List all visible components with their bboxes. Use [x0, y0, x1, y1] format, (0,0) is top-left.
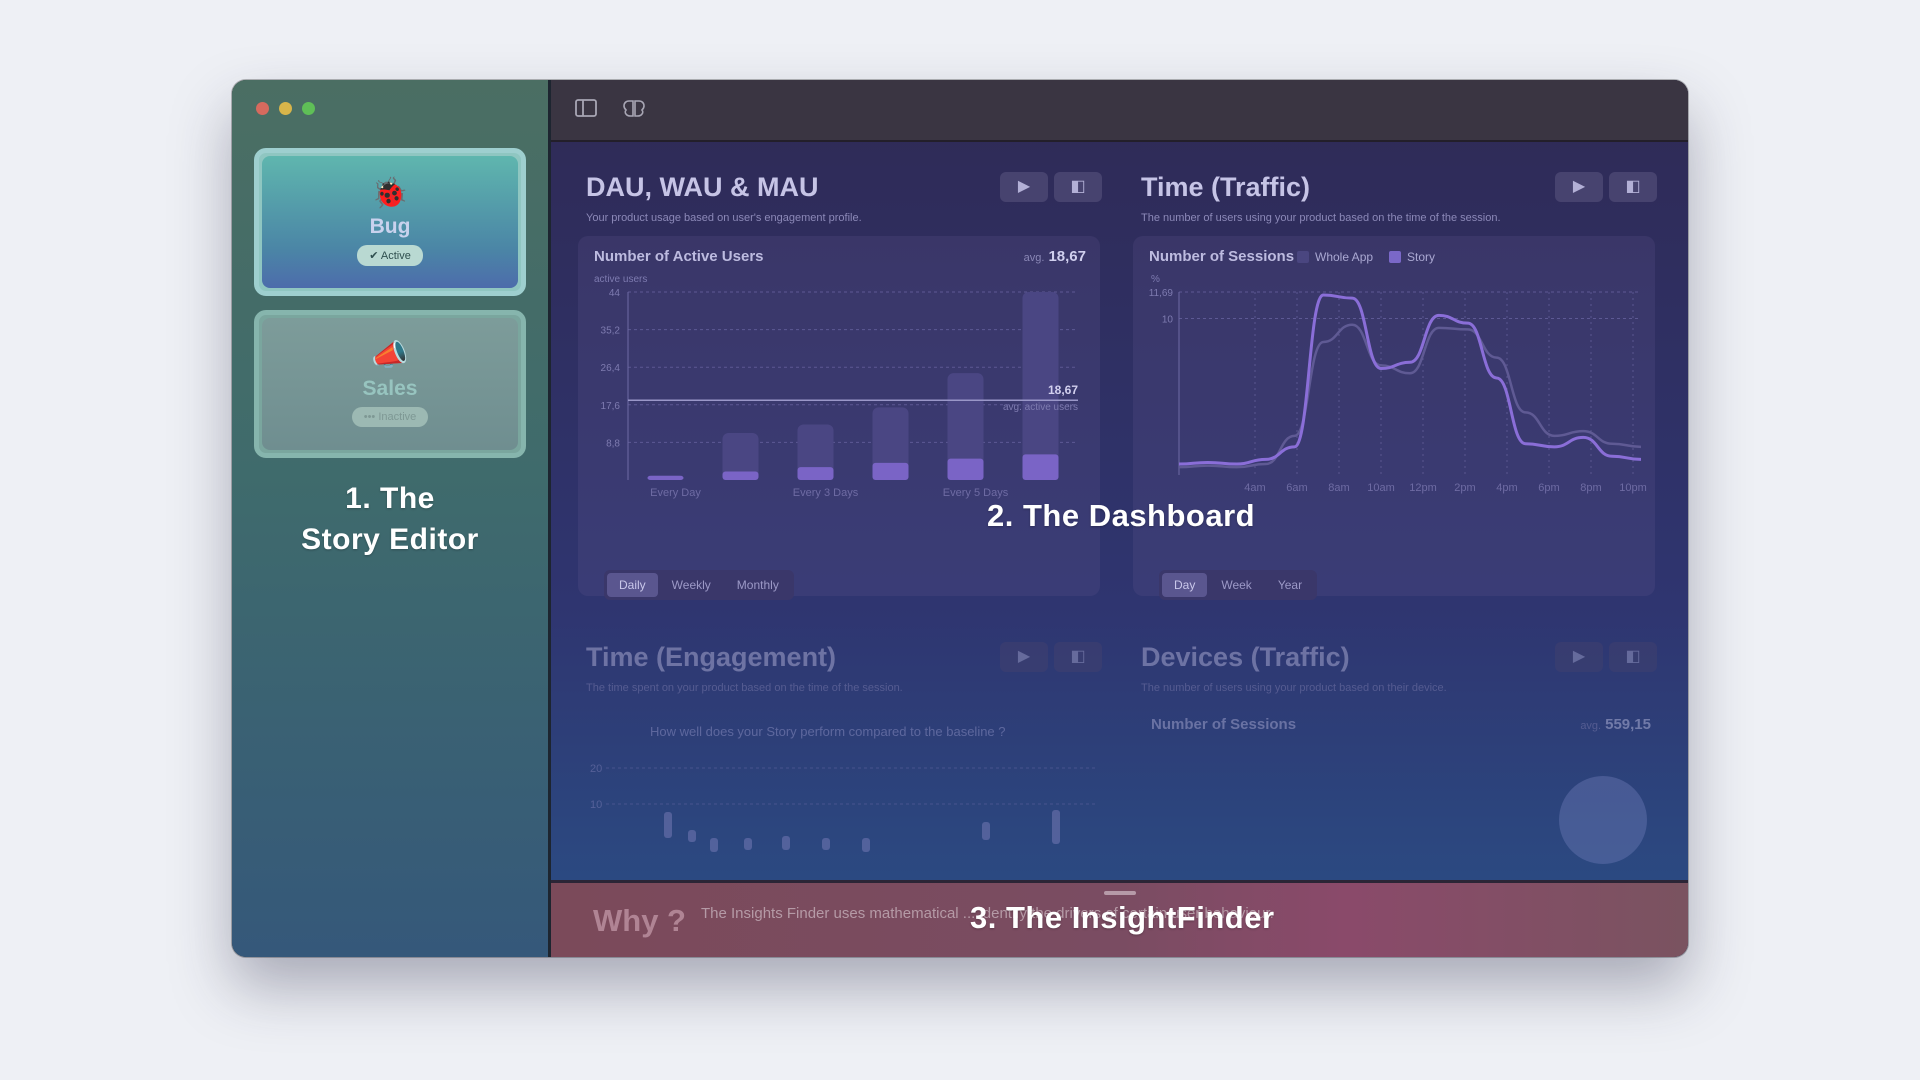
toolbar [551, 80, 1688, 142]
status-badge-active: ✔ Active [357, 244, 423, 266]
x-tick-label: 12pm [1409, 482, 1437, 494]
y-axis-label: active users [594, 274, 647, 285]
bar-story [722, 471, 759, 480]
tab-monthly[interactable]: Monthly [725, 573, 791, 597]
play-button[interactable]: ▶ [1000, 642, 1048, 672]
x-tick-label: 6am [1286, 482, 1307, 494]
x-tick-label: Every 3 Days [793, 487, 859, 499]
x-tick-label: 6pm [1538, 482, 1559, 494]
x-tick-label: 8am [1328, 482, 1349, 494]
story-name: Sales [362, 377, 418, 400]
engagement-chart: 20 10 [590, 763, 1096, 852]
chart-card-active-users: Number of Active Users avg. 18,67 active … [578, 236, 1100, 600]
y-tick-label: 8,8 [606, 438, 620, 449]
y-unit-label: % [1151, 274, 1160, 285]
story-name: Bug [369, 214, 411, 238]
panel-subtitle: Your product usage based on user's engag… [586, 212, 862, 224]
window-controls [256, 102, 315, 115]
y-tick-label: 10 [1162, 314, 1174, 325]
chart-legend: Whole App Story [1297, 250, 1435, 264]
chart-title: Number of Sessions [1151, 716, 1297, 733]
x-tick-label: 10pm [1619, 482, 1647, 494]
panel-subtitle: The time spent on your product based on … [586, 682, 903, 694]
overlay-label-insightfinder: 3. The InsightFinder [970, 900, 1275, 935]
chart-title: Number of Sessions [1149, 248, 1295, 265]
brain-icon[interactable] [621, 96, 647, 122]
minimize-window-button[interactable] [279, 102, 292, 115]
legend-whole-app[interactable]: Whole App [1297, 250, 1373, 264]
chart-card-sessions: Number of Sessions Whole App Story % 11,6… [1133, 236, 1655, 600]
x-tick-label: 2pm [1454, 482, 1475, 494]
y-tick-label: 44 [609, 288, 621, 299]
y-tick-label: 11,69 [1149, 288, 1174, 299]
megaphone-icon: 📣 [371, 339, 409, 372]
period-segmented-control: Day Week Year [1159, 570, 1318, 600]
avg-reference-label: avg. active users [1003, 402, 1078, 413]
ladybug-icon: 🐞 [371, 176, 409, 210]
brain-fab-button[interactable] [1559, 776, 1647, 864]
panel-title: DAU, WAU & MAU [586, 172, 819, 202]
svg-text:20: 20 [590, 763, 602, 775]
split-view-button[interactable]: ◧ [1609, 642, 1657, 672]
bar-story [872, 462, 909, 480]
panel-title: Devices (Traffic) [1141, 642, 1350, 672]
why-heading: Why ? [593, 903, 686, 938]
overlay-label-story-editor: 1. The Story Editor [301, 482, 479, 556]
chart-title: Number of Active Users [594, 248, 764, 265]
story-card-sales[interactable]: 📣 Sales ••• Inactive [254, 310, 526, 458]
close-window-button[interactable] [256, 102, 269, 115]
split-view-button[interactable]: ◧ [1609, 172, 1657, 202]
tab-daily[interactable]: Daily [607, 573, 658, 597]
series-line-story [1178, 293, 1642, 466]
x-tick-label: 10am [1367, 482, 1395, 494]
avg-value: avg. 18,67 [1023, 248, 1086, 265]
split-view-button[interactable]: ◧ [1054, 172, 1102, 202]
panel-subtitle: The number of users using your product b… [1141, 212, 1501, 224]
x-tick-label: 8pm [1580, 482, 1601, 494]
avg-value: avg. 559,15 [1580, 716, 1651, 733]
engagement-question: How well does your Story perform compare… [650, 724, 1006, 739]
tab-day[interactable]: Day [1162, 573, 1208, 597]
zoom-window-button[interactable] [302, 102, 315, 115]
play-button[interactable]: ▶ [1000, 172, 1048, 202]
period-segmented-control: Daily Weekly Monthly [604, 570, 794, 600]
y-tick-label: 26,4 [601, 363, 621, 374]
tab-week[interactable]: Week [1209, 573, 1263, 597]
overlay-label-dashboard: 2. The Dashboard [987, 498, 1256, 533]
status-badge-inactive: ••• Inactive [351, 407, 429, 427]
split-view-button[interactable]: ◧ [1054, 642, 1102, 672]
panel-subtitle: The number of users using your product b… [1141, 682, 1447, 694]
tab-year[interactable]: Year [1266, 573, 1314, 597]
sidebar: 🐞 Bug ✔ Active 📣 Sales ••• Inactive 1. T… [232, 80, 551, 957]
story-card-bug[interactable]: 🐞 Bug ✔ Active [254, 148, 526, 296]
app-window: 🐞 Bug ✔ Active 📣 Sales ••• Inactive 1. T… [232, 80, 1688, 957]
sidebar-toggle-icon[interactable] [573, 96, 599, 122]
panel-title: Time (Traffic) [1141, 172, 1311, 202]
y-tick-label: 17,6 [601, 401, 621, 412]
avg-reference-value: 18,67 [1048, 383, 1078, 397]
legend-story[interactable]: Story [1389, 250, 1435, 264]
x-tick-label: 4am [1244, 482, 1265, 494]
tab-weekly[interactable]: Weekly [660, 573, 723, 597]
bar-story [797, 467, 834, 480]
drag-handle[interactable] [1103, 891, 1136, 895]
panel-title: Time (Engagement) [586, 642, 837, 672]
y-tick-label: 35,2 [601, 326, 621, 337]
play-button[interactable]: ▶ [1555, 642, 1603, 672]
play-button[interactable]: ▶ [1555, 172, 1603, 202]
bar-story [647, 475, 684, 480]
bar-story [947, 458, 984, 480]
svg-text:10: 10 [590, 799, 602, 811]
x-tick-label: Every Day [650, 487, 701, 499]
series-line-whole-app [1178, 323, 1642, 469]
bar-story [1022, 454, 1059, 480]
x-tick-label: 4pm [1496, 482, 1517, 494]
